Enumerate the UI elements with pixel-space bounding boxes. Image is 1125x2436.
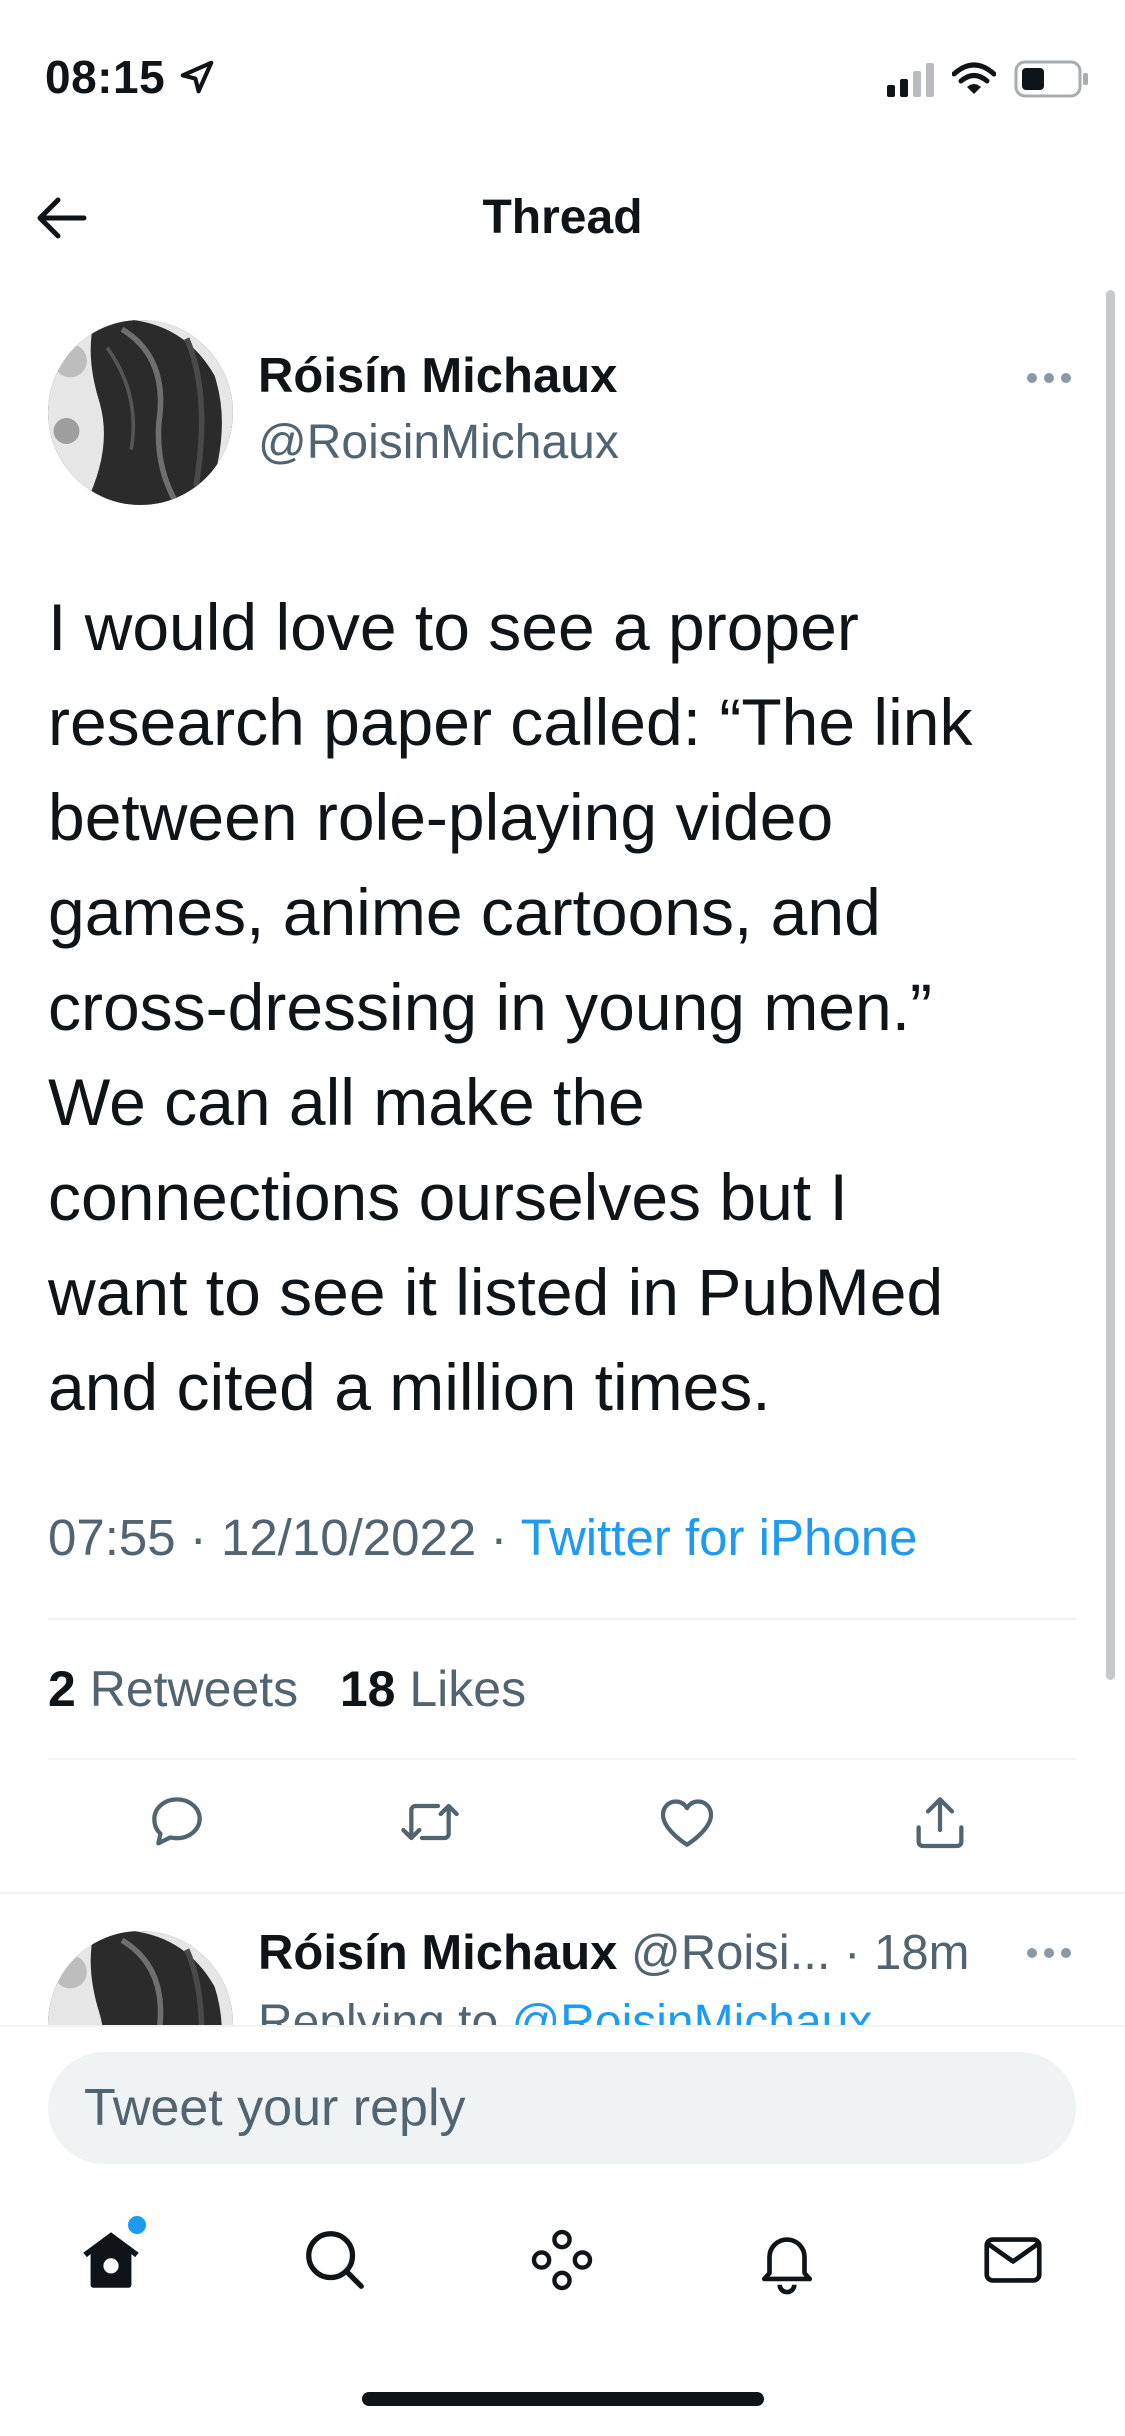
divider bbox=[48, 1618, 1076, 1620]
retweet-icon[interactable] bbox=[398, 1790, 462, 1854]
spaces-icon[interactable] bbox=[527, 2225, 597, 2295]
more-icon[interactable] bbox=[1026, 372, 1072, 384]
reply-time: · 18m bbox=[844, 1926, 970, 1980]
author-handle[interactable]: @RoisinMichaux bbox=[258, 415, 619, 470]
page-title: Thread bbox=[482, 191, 643, 244]
messages-icon[interactable] bbox=[978, 2225, 1048, 2295]
tweet-text-line: connections ourselves but I bbox=[48, 1160, 848, 1234]
status-time: 08:15 bbox=[45, 51, 166, 103]
tweet-stats: 2 Retweets 18 Likes bbox=[48, 1660, 526, 1718]
thread-header: Thread bbox=[0, 150, 1125, 285]
retweets-count: 2 bbox=[48, 1661, 76, 1717]
status-bar: 08:15 bbox=[0, 0, 1125, 150]
tweet-meta: 07:55 · 12/10/2022 · Twitter for iPhone bbox=[48, 1508, 917, 1567]
share-icon[interactable] bbox=[908, 1790, 972, 1854]
replying-to-handle[interactable]: @RoisinMichaux bbox=[511, 1996, 872, 2025]
signal-icon bbox=[887, 61, 934, 97]
reply-composer[interactable] bbox=[48, 2052, 1076, 2164]
author-name[interactable]: Róisín Michaux bbox=[258, 348, 617, 404]
likes-count: 18 bbox=[339, 1661, 396, 1717]
tweet-actions bbox=[0, 1790, 1125, 1870]
tweet-text-line: between role-playing video bbox=[48, 780, 834, 854]
tweet-text-line: I would love to see a proper bbox=[48, 590, 859, 664]
home-indicator bbox=[362, 2392, 764, 2406]
avatar[interactable] bbox=[48, 1931, 233, 2025]
battery-icon bbox=[1014, 60, 1088, 98]
replying-to: Replying to @RoisinMichaux bbox=[258, 1995, 872, 2025]
tweet-text-line: games, anime cartoons, and bbox=[48, 875, 881, 949]
tweet-source-link[interactable]: Twitter for iPhone bbox=[521, 1509, 918, 1566]
tweet-text-line: and cited a million times. bbox=[48, 1350, 771, 1424]
likes-label: Likes bbox=[409, 1661, 527, 1717]
tweet-text-line: want to see it listed in PubMed bbox=[48, 1255, 944, 1329]
avatar[interactable] bbox=[48, 320, 233, 505]
retweets-label: Retweets bbox=[89, 1661, 299, 1717]
tweet-text-line: We can all make the bbox=[48, 1065, 645, 1139]
reply-tweet[interactable]: Róisín Michaux @Roisi... · 18m Replying … bbox=[0, 1895, 1125, 2025]
more-icon[interactable] bbox=[1026, 1947, 1072, 1959]
reply-icon[interactable] bbox=[145, 1790, 209, 1854]
reply-input[interactable] bbox=[84, 2052, 1044, 2164]
meta-separator: · bbox=[189, 1509, 207, 1566]
tweet-text: I would love to see a proper research pa… bbox=[48, 580, 1088, 1435]
divider bbox=[0, 1892, 1125, 1894]
replying-label: Replying to bbox=[258, 1996, 499, 2025]
search-icon[interactable] bbox=[300, 2225, 370, 2295]
tweet-text-line: cross-dressing in young men.” bbox=[48, 970, 933, 1044]
wifi-icon bbox=[952, 62, 996, 94]
reply-header: Róisín Michaux @Roisi... · 18m bbox=[258, 1925, 969, 1981]
notification-dot bbox=[128, 2216, 146, 2234]
location-arrow-icon bbox=[180, 60, 214, 94]
reply-author-handle[interactable]: @Roisi... bbox=[631, 1926, 831, 1980]
reply-author-name[interactable]: Róisín Michaux bbox=[258, 1926, 617, 1980]
home-icon[interactable] bbox=[76, 2225, 146, 2295]
meta-separator: · bbox=[490, 1509, 508, 1566]
tweet-text-line: research paper called: “The link bbox=[48, 685, 973, 759]
like-icon[interactable] bbox=[655, 1790, 719, 1854]
divider bbox=[48, 1758, 1076, 1760]
scrollbar[interactable] bbox=[1106, 290, 1115, 1680]
tweet-time: 07:55 bbox=[48, 1509, 176, 1566]
notifications-icon[interactable] bbox=[752, 2225, 822, 2295]
retweets-stat[interactable]: 2 Retweets bbox=[48, 1661, 298, 1717]
likes-stat[interactable]: 18 Likes bbox=[340, 1661, 526, 1717]
bottom-nav bbox=[0, 2185, 1125, 2345]
reply-composer-bar bbox=[0, 2025, 1125, 2180]
tweet-date: 12/10/2022 bbox=[220, 1509, 477, 1566]
